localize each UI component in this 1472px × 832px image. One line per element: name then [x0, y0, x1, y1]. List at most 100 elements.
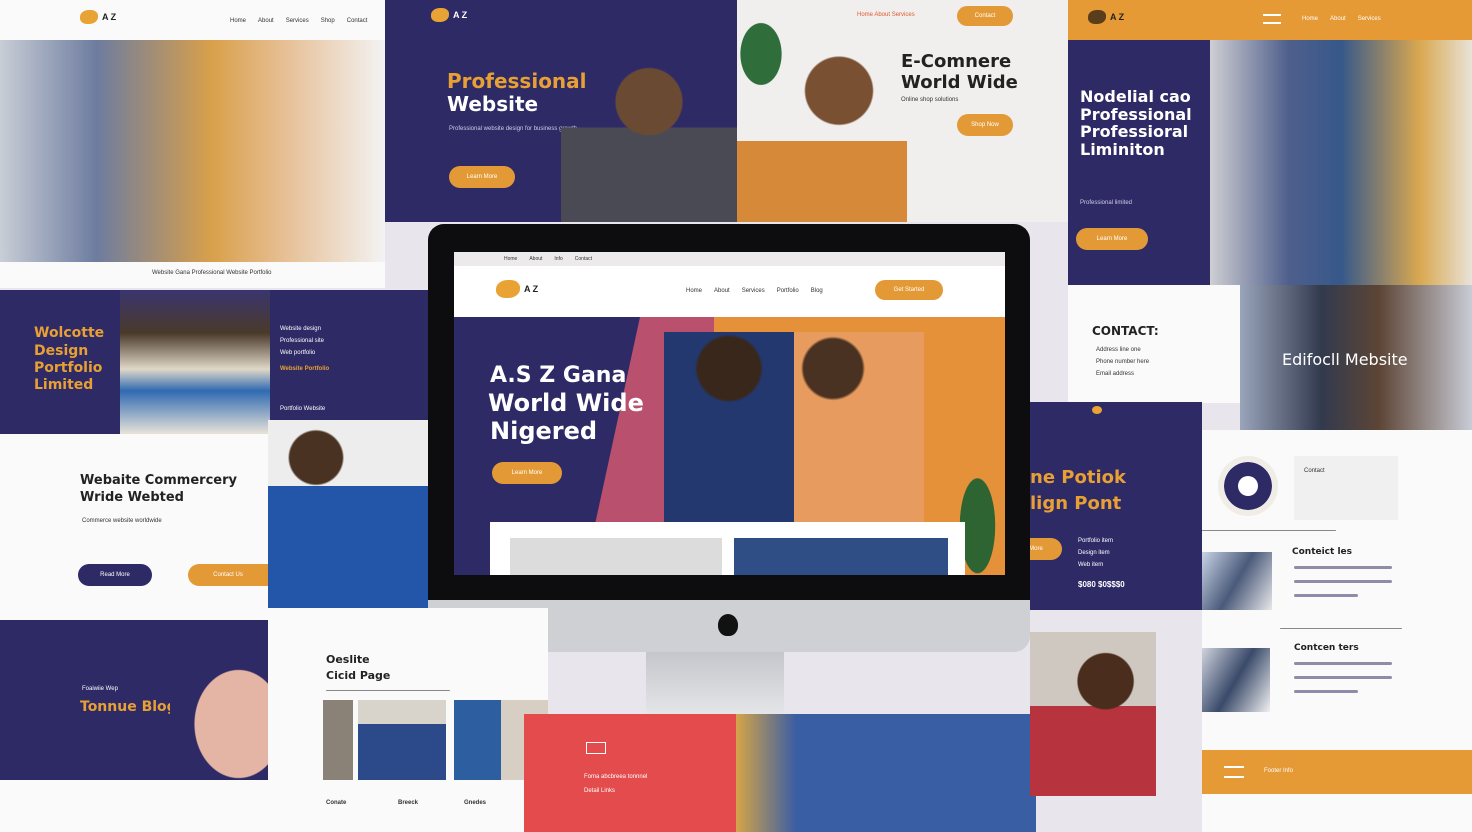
- list-item-1-line-2: [1294, 580, 1392, 583]
- gallery-title-1: Oeslite: [326, 653, 370, 666]
- read-more-button[interactable]: Read More: [78, 564, 152, 586]
- nav-about[interactable]: About: [258, 18, 274, 24]
- topbar-home[interactable]: Home: [504, 256, 517, 262]
- panel-top-right: Home About Services Contact E-Comnere Wo…: [737, 0, 1068, 222]
- footer-text: Footer Info: [1264, 768, 1294, 774]
- man-holding-box-photo: [120, 290, 270, 434]
- logo-text: A Z: [524, 284, 539, 294]
- gallery-col-3: Gnedes: [464, 800, 487, 806]
- screen-hero-line2: World Wide: [488, 389, 644, 417]
- gallery-img-2: [358, 700, 446, 780]
- top-nav: Home About Services Shop Contact: [230, 18, 367, 24]
- info-card-text: Contact: [1304, 468, 1325, 474]
- man-blue-shirt-photo: [268, 420, 428, 608]
- nav-home[interactable]: Home: [686, 288, 702, 294]
- nav-portfolio[interactable]: Portfolio: [777, 288, 799, 294]
- screen-nav: Home About Services Portfolio Blog: [686, 288, 823, 294]
- divider: [1202, 530, 1336, 531]
- info-card: Contact: [1294, 456, 1398, 520]
- topbar-info[interactable]: Info: [554, 256, 562, 262]
- panel-bottom-left: Foaiwiie Wep Tonnue Blog: [0, 620, 268, 780]
- screen-card: [490, 522, 965, 575]
- red-panel-sub: Detail Links: [584, 788, 616, 794]
- far-right-body: Professional limited: [1080, 200, 1133, 206]
- portfolio-item-1: Website design: [280, 326, 321, 332]
- learn-more-button[interactable]: Learn More: [449, 166, 515, 188]
- screen-learn-more-button[interactable]: Learn More: [492, 462, 562, 484]
- nav-services[interactable]: Services: [1358, 16, 1381, 22]
- office-photo: [1210, 40, 1472, 285]
- potiok-item-3: Web item: [1078, 562, 1104, 568]
- topbar-contact[interactable]: Contact: [575, 256, 592, 262]
- get-started-button[interactable]: Get Started: [875, 280, 943, 300]
- potiok-title-1: ne Potiok: [1030, 467, 1126, 488]
- screen-hero-line1: A.S Z Gana: [490, 363, 627, 388]
- caption: Website Gana Professional Website Portfo…: [152, 270, 272, 276]
- portfolio-item-2: Professional site: [280, 338, 325, 344]
- hero-title-line2: Website: [447, 92, 539, 116]
- nav-services[interactable]: Services: [286, 18, 309, 24]
- nav-about[interactable]: About: [1330, 16, 1346, 22]
- brand-logo-3[interactable]: A Z: [1088, 10, 1124, 24]
- list-photo-2: [1202, 648, 1270, 712]
- ecommerce-title-1: E-Comnere: [901, 51, 1012, 72]
- blog-title: Tonnue Blog: [80, 699, 177, 715]
- logo-icon: [431, 8, 449, 22]
- brand-logo-2[interactable]: A Z: [431, 8, 467, 22]
- nav-home[interactable]: Home: [1302, 16, 1318, 22]
- list-item-2-title: Contcen ters: [1294, 643, 1359, 653]
- screen-card-img-1: [510, 538, 722, 575]
- panel-bottom-gallery: Oeslite Cicid Page Conate Breeck Gnedes: [268, 608, 548, 832]
- contact-title: CONTACT:: [1092, 324, 1159, 338]
- footer-menu-icon[interactable]: [1224, 766, 1244, 778]
- menu-icon[interactable]: [1263, 14, 1281, 24]
- far-right-button[interactable]: Learn More: [1076, 228, 1148, 250]
- topbar-about[interactable]: About: [529, 256, 542, 262]
- screen-logo[interactable]: A Z: [496, 280, 538, 298]
- divider-2: [1280, 628, 1402, 629]
- contact-us-button[interactable]: Contact Us: [188, 564, 268, 586]
- monitor-stand: [646, 652, 784, 714]
- more-button[interactable]: More: [1030, 538, 1062, 560]
- shop-now-button[interactable]: Shop Now: [957, 114, 1013, 136]
- list-item-1-line-3: [1294, 594, 1358, 597]
- list-item-1-title: Conteict les: [1292, 547, 1353, 557]
- nav-services[interactable]: Services: [742, 288, 765, 294]
- potiok-item-1: Portfolio item: [1078, 538, 1114, 544]
- logo-icon: [496, 280, 520, 298]
- contact-line-1: Address line one: [1096, 347, 1141, 353]
- list-item-2-line-3: [1294, 690, 1358, 693]
- nav-shop[interactable]: Shop: [321, 18, 335, 24]
- portfolio-title-4: Limited: [34, 377, 94, 393]
- far-right-title: Nodelial cao Professional Professioral L…: [1080, 87, 1192, 159]
- logo-text: A Z: [1110, 12, 1125, 22]
- screen-card-img-2: [734, 538, 948, 575]
- panel-left-white: Webaite Commercery Wride Webted Commerce…: [0, 434, 268, 620]
- commerce-body: Commerce website worldwide: [82, 518, 162, 524]
- panel-far-right-header: A Z Home About Services: [1068, 0, 1472, 40]
- potiok-price: $080 $0$$$0: [1078, 580, 1125, 589]
- monitor-screen: Home About Info Contact A Z Home About S…: [454, 252, 1005, 575]
- nav-blog[interactable]: Blog: [811, 288, 823, 294]
- nav-home[interactable]: Home: [230, 18, 246, 24]
- nav-about[interactable]: About: [714, 288, 730, 294]
- contact-button[interactable]: Contact: [957, 6, 1013, 26]
- panel-bottom-red: Foma abcbreea tonnnel Detail Links: [524, 714, 736, 832]
- panel-right-navy: ne Potiok lign Pont More Portfolio item …: [1030, 402, 1202, 610]
- potiok-item-2: Design item: [1078, 550, 1110, 556]
- nav-contact[interactable]: Contact: [347, 18, 368, 24]
- hero-body: Professional website design for business…: [449, 126, 578, 132]
- top-links[interactable]: Home About Services: [857, 12, 915, 18]
- bottom-group-photo: [736, 714, 1036, 832]
- logo-icon: [1088, 10, 1106, 24]
- logo-text: A Z: [102, 12, 117, 22]
- panel-br-footer: Footer Info: [1202, 750, 1472, 794]
- orange-nav: Home About Services: [1302, 16, 1381, 22]
- brand-logo[interactable]: A Z: [80, 10, 116, 24]
- mini-card-icon: [586, 742, 606, 754]
- panel-top-mid: A Z Professional Website Professional we…: [385, 0, 737, 222]
- hand-fabric-photo: [170, 640, 268, 780]
- man-portrait: [561, 50, 737, 222]
- commerce-title-1: Webaite Commercery: [80, 473, 237, 488]
- panel-right-list: Contact Conteict les Contcen ters: [1202, 430, 1472, 750]
